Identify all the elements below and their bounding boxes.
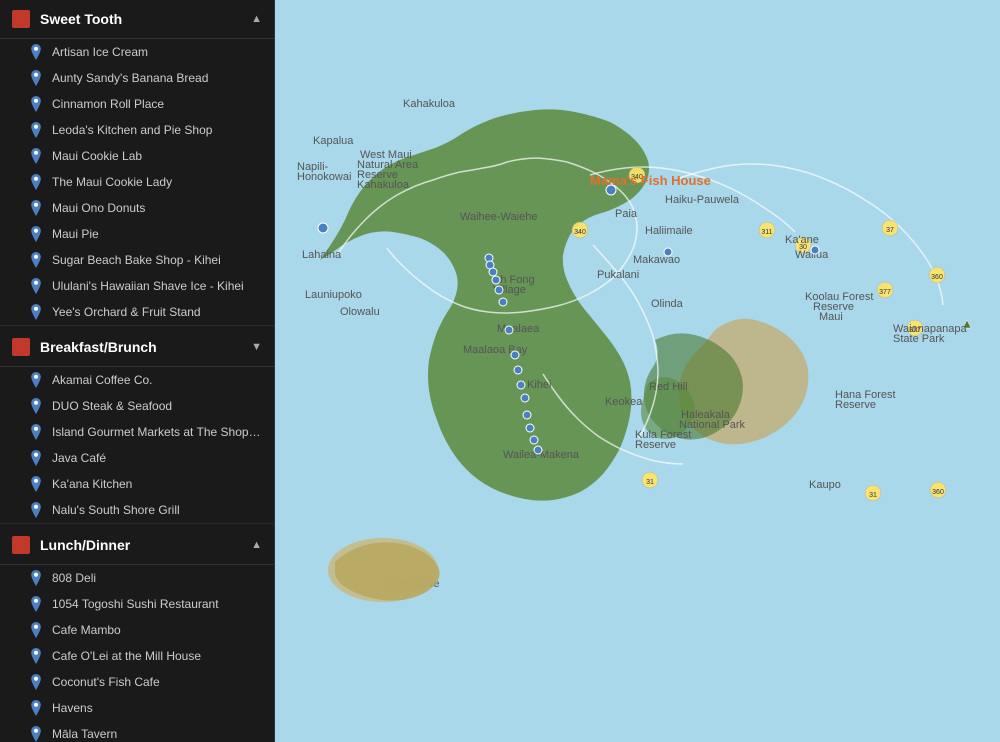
list-item[interactable]: The Maui Cookie Lady [0,169,274,195]
section-title-breakfast: Breakfast/Brunch [40,339,251,355]
svg-text:340: 340 [574,229,586,236]
list-item[interactable]: 1054 Togoshi Sushi Restaurant [0,591,274,617]
list-item[interactable]: Cinnamon Roll Place [0,91,274,117]
svg-text:Paia: Paia [615,208,638,220]
svg-text:360: 360 [932,489,944,496]
svg-text:Maui: Maui [819,311,843,323]
svg-text:377: 377 [879,289,891,296]
category-lunch: 808 Deli 1054 Togoshi Sushi Restaurant C… [0,565,274,742]
svg-text:31: 31 [646,479,654,486]
sidebar: Sweet Tooth ▲ Artisan Ice Cream Aunty Sa… [0,0,275,742]
list-item[interactable]: Ululani's Hawaiian Shave Ice - Kihei [0,273,274,299]
svg-text:360: 360 [931,274,943,281]
category-sweet-tooth: Artisan Ice Cream Aunty Sandy's Banana B… [0,39,274,326]
section-header-breakfast[interactable]: Breakfast/Brunch ▼ [0,328,274,367]
breakfast-list: Akamai Coffee Co. DUO Steak & Seafood Is… [0,367,274,523]
map-svg: 340 340 311 30 37 377 377 360 360 31 31 … [275,0,1000,742]
list-item[interactable]: Artisan Ice Cream [0,39,274,65]
list-item[interactable]: Sugar Beach Bake Shop - Kihei [0,247,274,273]
svg-text:Ka'ane: Ka'ane [785,234,819,246]
svg-text:Kahakuloa: Kahakuloa [403,98,456,110]
section-color-breakfast [12,338,30,356]
svg-text:311: 311 [761,229,772,236]
list-item[interactable]: Maui Ono Donuts [0,195,274,221]
list-item[interactable]: 808 Deli [0,565,274,591]
svg-text:Haiku-Pauwela: Haiku-Pauwela [665,194,740,206]
list-item[interactable]: Māla Tavern [0,721,274,742]
section-header-lunch[interactable]: Lunch/Dinner ▲ [0,526,274,565]
list-item[interactable]: Java Café [0,445,274,471]
svg-text:Kahakuloa: Kahakuloa [357,179,410,191]
section-title-lunch: Lunch/Dinner [40,537,251,553]
lunch-list: 808 Deli 1054 Togoshi Sushi Restaurant C… [0,565,274,742]
svg-text:State Park: State Park [893,333,945,345]
list-item[interactable]: Cafe O'Lei at the Mill House [0,643,274,669]
svg-text:Honokowai: Honokowai [297,171,351,183]
svg-text:Lahaina: Lahaina [302,249,342,261]
chevron-lunch: ▲ [251,539,262,551]
sweet-tooth-list: Artisan Ice Cream Aunty Sandy's Banana B… [0,39,274,325]
section-color-lunch [12,536,30,554]
list-item[interactable]: Aunty Sandy's Banana Bread [0,65,274,91]
svg-text:Waihee-Waiehe: Waihee-Waiehe [460,211,537,223]
svg-text:37: 37 [886,227,894,234]
list-item[interactable]: Cafe Mambo [0,617,274,643]
svg-text:Makawao: Makawao [633,254,680,266]
svg-text:Kihei: Kihei [527,379,551,391]
chevron-sweet-tooth: ▲ [251,13,262,25]
svg-text:Maalaea: Maalaea [497,323,540,335]
list-item[interactable]: Leoda's Kitchen and Pie Shop [0,117,274,143]
svg-text:Haliimaile: Haliimaile [645,225,693,237]
svg-text:31: 31 [869,492,877,499]
list-item[interactable]: Yee's Orchard & Fruit Stand [0,299,274,325]
map-container[interactable]: 340 340 311 30 37 377 377 360 360 31 31 … [275,0,1000,742]
category-breakfast: Akamai Coffee Co. DUO Steak & Seafood Is… [0,367,274,524]
list-item[interactable]: Akamai Coffee Co. [0,367,274,393]
svg-text:Olinda: Olinda [651,298,684,310]
chevron-breakfast: ▼ [251,341,262,353]
svg-text:Red Hill: Red Hill [649,381,688,393]
section-header-sweet-tooth[interactable]: Sweet Tooth ▲ [0,0,274,39]
svg-text:Pukalani: Pukalani [597,269,639,281]
list-item[interactable]: Nalu's South Shore Grill [0,497,274,523]
list-item[interactable]: Ka'ana Kitchen [0,471,274,497]
list-item[interactable]: Maui Cookie Lab [0,143,274,169]
list-item[interactable]: Island Gourmet Markets at The Shops of W… [0,419,274,445]
svg-text:National Park: National Park [679,419,746,431]
list-item[interactable]: DUO Steak & Seafood [0,393,274,419]
svg-text:Keokea: Keokea [605,396,643,408]
list-item[interactable]: Maui Pie [0,221,274,247]
svg-text:Kapalua: Kapalua [313,135,354,147]
list-item[interactable]: Coconut's Fish Cafe [0,669,274,695]
svg-text:Kaupo: Kaupo [809,479,841,491]
svg-text:Launiupoko: Launiupoko [305,289,362,301]
svg-text:Reserve: Reserve [835,399,876,411]
section-color-sweet-tooth [12,10,30,28]
svg-text:Reserve: Reserve [635,439,676,451]
section-title-sweet-tooth: Sweet Tooth [40,11,251,27]
svg-text:Olowalu: Olowalu [340,306,380,318]
list-item[interactable]: Havens [0,695,274,721]
